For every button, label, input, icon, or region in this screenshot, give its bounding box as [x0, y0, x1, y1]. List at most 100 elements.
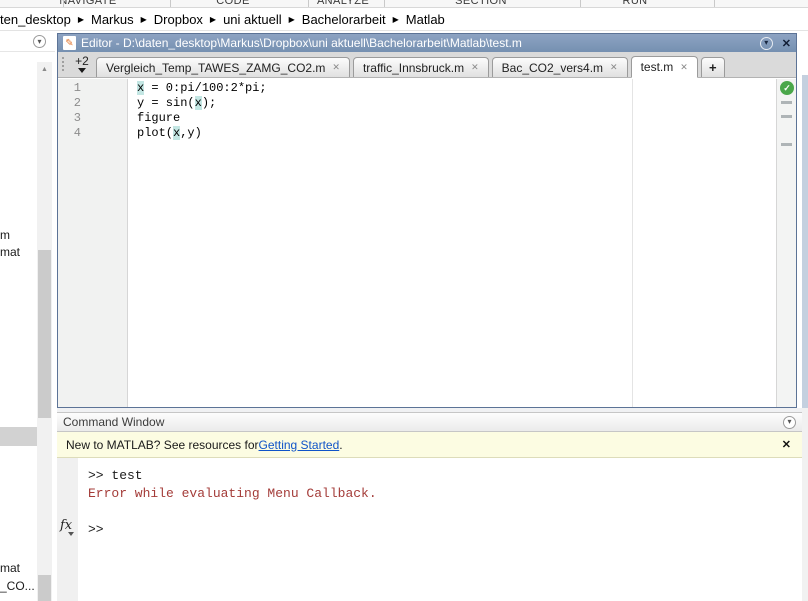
tab-overflow-button[interactable]: +2: [68, 51, 96, 77]
code-text: plot(: [137, 126, 173, 140]
editor-menu-icon[interactable]: ▾: [760, 37, 773, 50]
code-text: );: [202, 96, 216, 110]
editor-pencil-icon: ✎: [63, 36, 76, 50]
toolstrip: NAVIGATE CODE ANALYZE SECTION RUN: [0, 0, 808, 8]
fx-label: fx: [60, 518, 72, 533]
tab-bac-co2-vers4[interactable]: Bac_CO2_vers4.m ✕: [492, 57, 628, 77]
tab-overflow-count: +2: [75, 54, 89, 68]
line-number: 3: [58, 111, 127, 126]
file-list-item[interactable]: mat: [0, 561, 20, 575]
scrollbar-thumb[interactable]: [38, 250, 51, 418]
line-number: 2: [58, 96, 127, 111]
ribbon-divider: [580, 0, 581, 8]
ribbon-section-section: SECTION: [455, 0, 507, 7]
tab-label: Bac_CO2_vers4.m: [502, 61, 603, 75]
code-text: ,y): [180, 126, 202, 140]
command-input-line: >> test: [88, 467, 808, 485]
tab-close-icon[interactable]: ✕: [471, 62, 479, 73]
tab-close-icon[interactable]: ✕: [332, 62, 340, 73]
code-line: y = sin(x);: [137, 96, 776, 111]
command-window-title: Command Window: [63, 415, 164, 429]
file-list-item[interactable]: mat: [0, 245, 20, 259]
occurrence-marker[interactable]: [781, 143, 792, 146]
breadcrumb-separator-icon: ▶: [393, 15, 399, 24]
plus-icon: +: [709, 60, 717, 75]
ribbon-section-navigate: NAVIGATE: [59, 0, 116, 7]
current-folder-panel: ▾ m mat mat _CO... ▲: [0, 31, 55, 601]
breadcrumb-separator-icon: ▶: [210, 15, 216, 24]
breadcrumb-item-uni-aktuell[interactable]: uni aktuell: [223, 12, 282, 27]
tab-test-m[interactable]: test.m ✕: [631, 56, 698, 78]
panel-menu-icon[interactable]: ▾: [33, 35, 46, 48]
command-blank-line: [88, 503, 808, 521]
scroll-up-icon[interactable]: ▲: [37, 62, 52, 78]
getting-started-link[interactable]: Getting Started: [259, 438, 340, 452]
occurrence-marker[interactable]: [781, 115, 792, 118]
editor-window: ✎ Editor - D:\daten_desktop\Markus\Dropb…: [57, 33, 797, 408]
code-analyzer-bar: ✓: [776, 79, 796, 407]
tab-label: test.m: [641, 60, 674, 74]
ribbon-divider: [63, 0, 64, 8]
breadcrumb-item-matlab[interactable]: Matlab: [406, 12, 445, 27]
tab-close-icon[interactable]: ✕: [610, 62, 618, 73]
breadcrumb-item-dropbox[interactable]: Dropbox: [154, 12, 203, 27]
tab-label: traffic_Innsbruck.m: [363, 61, 464, 75]
code-line: plot(x,y): [137, 126, 776, 141]
command-window-menu-icon[interactable]: ▾: [783, 416, 796, 429]
ribbon-divider: [170, 0, 171, 8]
current-folder-header: ▾: [0, 31, 55, 52]
breadcrumb-item-daten-desktop[interactable]: ten_desktop: [0, 12, 71, 27]
banner-close-icon[interactable]: ✕: [782, 438, 791, 451]
editor-window-title: Editor - D:\daten_desktop\Markus\Dropbox…: [81, 36, 755, 50]
right-docked-window-edge: [802, 408, 808, 601]
code-text: = 0:pi/100:2*pi;: [144, 81, 266, 95]
editor-body: 1 2 3 4 x = 0:pi/100:2*pi; y = sin(x); f…: [58, 79, 796, 407]
file-list-item[interactable]: m: [0, 228, 10, 242]
banner-text: .: [339, 438, 342, 452]
command-error-line: Error while evaluating Menu Callback.: [88, 485, 808, 503]
getting-started-banner: New to MATLAB? See resources for Getting…: [57, 432, 808, 458]
editor-tabstrip: +2 Vergleich_Temp_TAWES_ZAMG_CO2.m ✕ tra…: [58, 52, 796, 78]
ribbon-section-run: RUN: [622, 0, 647, 7]
ribbon-divider: [714, 0, 715, 8]
editor-close-icon[interactable]: ✕: [782, 37, 791, 50]
matlab-desktop: NAVIGATE CODE ANALYZE SECTION RUN ten_de…: [0, 0, 808, 601]
code-ok-icon[interactable]: ✓: [780, 81, 794, 95]
banner-text: New to MATLAB? See resources for: [66, 438, 259, 452]
ribbon-section-code: CODE: [216, 0, 249, 7]
line-number: 1: [58, 81, 127, 96]
tab-close-icon[interactable]: ✕: [680, 62, 688, 73]
command-prompt: >>: [88, 521, 808, 539]
scrollbar[interactable]: ▲: [37, 62, 52, 601]
occurrence-marker[interactable]: [781, 101, 792, 104]
breadcrumb-separator-icon: ▶: [289, 15, 295, 24]
code-text: y = sin(: [137, 96, 195, 110]
scrollbar-thumb[interactable]: [38, 575, 51, 601]
breadcrumb-item-markus[interactable]: Markus: [91, 12, 134, 27]
tabstrip-grip-icon: [62, 57, 64, 72]
tab-label: Vergleich_Temp_TAWES_ZAMG_CO2.m: [106, 61, 325, 75]
tab-traffic-innsbruck[interactable]: traffic_Innsbruck.m ✕: [353, 57, 489, 77]
tab-vergleich-temp-tawes-zamg-co2[interactable]: Vergleich_Temp_TAWES_ZAMG_CO2.m ✕: [96, 57, 350, 77]
breadcrumb-item-bachelorarbeit[interactable]: Bachelorarbeit: [302, 12, 386, 27]
code-editor[interactable]: x = 0:pi/100:2*pi; y = sin(x); figure pl…: [128, 79, 776, 407]
fx-function-hints-button[interactable]: fx: [60, 518, 72, 533]
code-line: x = 0:pi/100:2*pi;: [137, 81, 776, 96]
command-window: Command Window ▾ New to MATLAB? See reso…: [57, 412, 808, 601]
line-number: 4: [58, 126, 127, 141]
ribbon-section-analyze: ANALYZE: [317, 0, 369, 7]
line-number-gutter: 1 2 3 4: [58, 79, 128, 407]
breadcrumb: ten_desktop ▶ Markus ▶ Dropbox ▶ uni akt…: [0, 8, 808, 31]
ribbon-divider: [384, 0, 385, 8]
command-input-area[interactable]: >> test Error while evaluating Menu Call…: [78, 458, 808, 601]
overflow-dropdown-icon: [78, 68, 86, 73]
editor-titlebar: ✎ Editor - D:\daten_desktop\Markus\Dropb…: [58, 34, 796, 52]
highlighted-variable: x: [195, 96, 202, 110]
command-window-header: Command Window ▾: [57, 412, 808, 432]
code-text: figure: [137, 111, 180, 125]
command-gutter: fx: [57, 458, 78, 601]
right-docked-window-edge: [802, 75, 808, 408]
breadcrumb-separator-icon: ▶: [78, 15, 84, 24]
file-list-item[interactable]: _CO...: [0, 579, 35, 593]
new-tab-button[interactable]: +: [701, 57, 725, 77]
